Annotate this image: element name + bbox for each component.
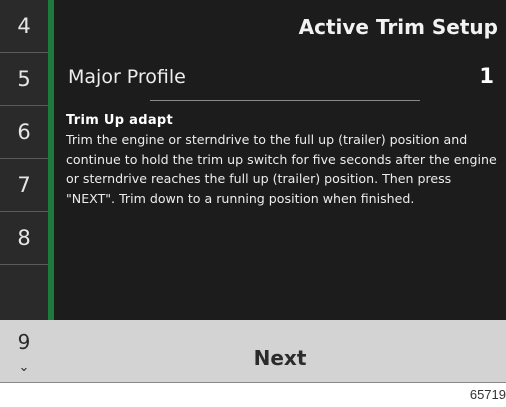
side-menu-item-6[interactable]: 6 [0,106,48,159]
side-menu-item-4[interactable]: 4 [0,0,48,53]
profile-value: 1 [479,64,494,88]
figure-id: 65719 [469,387,506,402]
divider [0,382,506,383]
side-menu-item-7[interactable]: 7 [0,159,48,212]
side-menu: ⌃ 4 5 6 7 8 [0,0,48,320]
main-panel: Active Trim Setup Major Profile 1 Trim U… [54,0,506,320]
footer-bar: 9 ⌄ Next [0,320,506,382]
chevron-down-icon[interactable]: ⌄ [0,360,48,376]
display-screen: ⌃ 4 5 6 7 8 Active Trim Setup Major Prof… [0,0,506,385]
side-menu-item-8[interactable]: 8 [0,212,48,265]
page-title: Active Trim Setup [298,15,498,39]
profile-label: Major Profile [68,66,186,88]
next-button[interactable]: Next [54,320,506,382]
side-menu-item-9[interactable]: 9 [0,328,48,356]
instruction-text: Trim the engine or sterndrive to the ful… [66,132,497,207]
profile-divider [150,100,420,101]
side-menu-item-5[interactable]: 5 [0,53,48,106]
section-heading: Trim Up adapt [66,113,174,128]
